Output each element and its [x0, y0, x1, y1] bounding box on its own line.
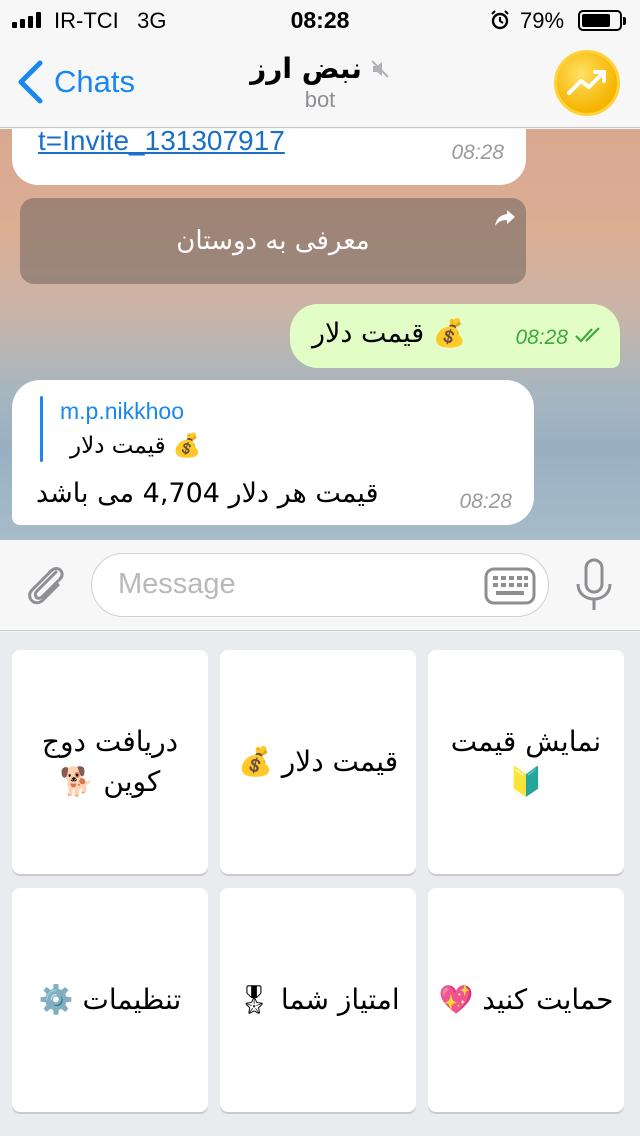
bot-keyboard-icon[interactable]: [484, 566, 536, 606]
inline-button-label: معرفی به دوستان: [176, 226, 370, 256]
battery-percent: 79%: [520, 8, 565, 33]
message-text: قیمت هر دلار 4,704 می باشد: [36, 478, 379, 509]
alarm-icon: [491, 10, 509, 30]
battery-icon: [578, 10, 626, 31]
reply-text: قیمت دلار 💰: [70, 433, 202, 459]
message-time: 08:28: [515, 326, 568, 349]
nav-bar: Chats نبض ارز bot: [0, 40, 640, 128]
back-button[interactable]: Chats: [16, 60, 135, 104]
chat-area[interactable]: t=Invite_131307917 08:28 معرفی به دوستان…: [0, 129, 640, 540]
back-label: Chats: [54, 64, 135, 99]
reply-indicator: [40, 396, 43, 462]
reply-author: m.p.nikkhoo: [60, 398, 185, 424]
chat-title: نبض ارز: [250, 52, 362, 85]
message-time: 08:28: [451, 141, 504, 164]
speaker-muted-icon: [371, 59, 389, 78]
chevron-left-icon: [18, 60, 43, 104]
show-price-button[interactable]: نمایش قیمت 🔰: [428, 650, 624, 874]
message-input[interactable]: Message: [91, 553, 549, 617]
message-text: قیمت دلار 💰: [312, 318, 467, 349]
support-button[interactable]: حمایت کنید 💖: [428, 888, 624, 1112]
message-time: 08:28: [459, 490, 512, 513]
incoming-reply-bubble[interactable]: m.p.nikkhoo قیمت دلار 💰 قیمت هر دلار 4,7…: [12, 380, 534, 525]
invite-friends-button[interactable]: معرفی به دوستان: [20, 198, 526, 284]
incoming-message-bubble[interactable]: t=Invite_131307917 08:28: [12, 129, 526, 185]
get-dogecoin-button[interactable]: دریافت دوج کوین 🐕: [12, 650, 208, 874]
double-check-icon: [575, 327, 600, 343]
chat-subtitle: bot: [304, 87, 336, 112]
outgoing-message-bubble[interactable]: قیمت دلار 💰 08:28: [290, 304, 620, 368]
your-score-button[interactable]: امتیاز شما 🎖: [220, 888, 416, 1112]
message-placeholder: Message: [118, 568, 236, 600]
dollar-price-button[interactable]: قیمت دلار 💰: [220, 650, 416, 874]
microphone-icon[interactable]: [574, 556, 614, 614]
share-arrow-icon: [495, 210, 515, 226]
avatar[interactable]: [554, 50, 620, 116]
chat-title-area[interactable]: نبض ارز bot: [160, 52, 480, 113]
paperclip-icon[interactable]: [20, 558, 72, 610]
settings-button[interactable]: تنظیمات ⚙️: [12, 888, 208, 1112]
trending-up-icon: [567, 70, 606, 95]
input-bar: Message: [0, 540, 640, 631]
status-bar: IR-TCI 3G 08:28 79%: [0, 0, 640, 40]
invite-link[interactable]: t=Invite_131307917: [38, 129, 285, 157]
bot-keyboard: دریافت دوج کوین 🐕 قیمت دلار 💰 نمایش قیمت…: [0, 632, 640, 1136]
